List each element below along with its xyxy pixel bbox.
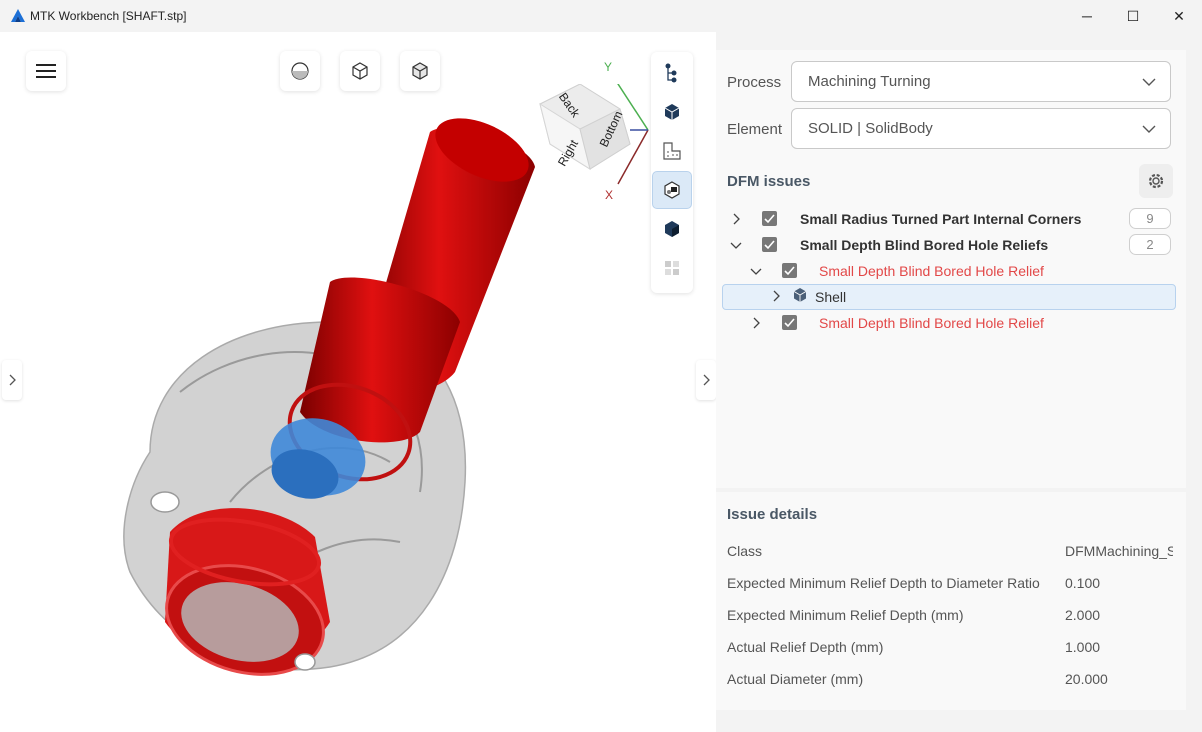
issue-checkbox[interactable] [782,315,797,330]
chevron-right-icon[interactable] [750,317,762,329]
cube-filled-icon [412,62,428,80]
chevron-right-icon [703,374,710,386]
element-label: Element [727,121,783,138]
chevron-down-icon[interactable] [750,265,762,277]
cube-icon [664,104,680,120]
chevron-right-icon[interactable] [730,213,742,225]
viewport-side-toolbar [651,52,693,293]
element-select-value: SOLID | SolidBody [808,120,933,137]
detail-value: 20.000 [1065,671,1108,687]
view-mode-button[interactable] [400,51,440,91]
issue-group-label: Small Radius Turned Part Internal Corner… [800,211,1082,227]
view-cube[interactable]: Back Bottom Right Y X [530,60,650,204]
chevron-right-icon[interactable] [770,290,782,302]
detail-label: Actual Diameter (mm) [727,671,864,687]
check-icon [764,214,775,224]
check-icon [764,240,775,250]
app-logo-icon [11,9,25,22]
close-button[interactable]: ✕ [1156,0,1202,32]
axis-label-x: X [605,188,614,202]
check-icon [784,318,795,328]
view-cube-graphic [539,84,649,185]
element-select[interactable]: SOLID | SolidBody [791,108,1171,149]
issue-checkbox[interactable] [782,263,797,278]
shell-label: Shell [815,289,847,305]
issue-count-badge: 9 [1129,208,1171,229]
issue-item-row[interactable]: Small Depth Blind Bored Hole Relief [716,311,1186,335]
grid-icon [665,261,679,275]
main-menu-button[interactable] [26,51,66,91]
issue-group-label: Small Depth Blind Bored Hole Reliefs [800,237,1049,253]
issue-details-title: Issue details [727,506,818,523]
issue-details-card: Issue details Class DFMMachining_S Expec… [716,492,1186,710]
minimize-button[interactable]: ─ [1064,0,1110,32]
3d-viewport[interactable]: Back Bottom Right Y X [0,32,716,732]
detail-label: Expected Minimum Relief Depth to Diamete… [727,575,1040,591]
chevron-down-icon [1142,78,1156,86]
dfm-settings-button[interactable] [1139,164,1173,198]
right-panel-toggle[interactable] [696,360,716,400]
title-bar: MTK Workbench [SHAFT.stp] ─ ☐ ✕ [0,0,1202,32]
detail-value: DFMMachining_S [1065,543,1173,559]
issue-group-row[interactable]: Small Depth Blind Bored Hole Reliefs 2 [716,233,1186,257]
detail-label: Expected Minimum Relief Depth (mm) [727,607,964,623]
issue-item-label: Small Depth Blind Bored Hole Relief [819,263,1044,279]
dfm-issues-title: DFM issues [727,173,811,190]
properties-panel: Process Machining Turning Element SOLID … [716,50,1186,710]
maximize-button[interactable]: ☐ [1110,0,1156,32]
sphere-icon [291,62,309,80]
hierarchy-icon [665,63,677,83]
dfm-card: Process Machining Turning Element SOLID … [716,50,1186,488]
solid-view-button[interactable] [652,93,692,131]
dfm-cube-icon [664,181,680,199]
process-select[interactable]: Machining Turning [791,61,1171,102]
chevron-down-icon [1142,125,1156,133]
shading-mode-button[interactable] [280,51,320,91]
axis-label-y: Y [604,60,613,74]
chevron-down-icon[interactable] [730,239,742,251]
check-icon [784,266,795,276]
hamburger-icon [36,64,56,78]
detail-value: 1.000 [1065,639,1101,655]
layout-icon [663,142,681,160]
process-select-value: Machining Turning [808,73,931,90]
cube-outline-icon [352,62,368,80]
detail-label: Actual Relief Depth (mm) [727,639,884,655]
gear-icon [1148,173,1164,189]
detail-value: 0.100 [1065,575,1101,591]
display-mode-button[interactable] [340,51,380,91]
detail-label: Class [727,543,763,559]
left-panel-toggle[interactable] [2,360,22,400]
detail-value: 2.000 [1065,607,1101,623]
drawing-view-button[interactable] [652,132,692,170]
chevron-right-icon [9,374,16,386]
dfm-view-button[interactable] [652,171,692,209]
issue-count-badge: 2 [1129,234,1171,255]
issue-checkbox[interactable] [762,237,777,252]
issue-item-row[interactable]: Small Depth Blind Bored Hole Relief [716,259,1186,283]
issue-checkbox[interactable] [762,211,777,226]
process-label: Process [727,74,782,91]
shaded-view-button[interactable] [652,210,692,248]
window-title: MTK Workbench [SHAFT.stp] [30,9,187,23]
tree-view-button[interactable] [652,54,692,92]
grid-view-button[interactable] [652,249,692,287]
issue-group-row[interactable]: Small Radius Turned Part Internal Corner… [716,207,1186,231]
shell-cube-icon [793,288,807,302]
issue-item-label: Small Depth Blind Bored Hole Relief [819,315,1044,331]
shell-row[interactable]: Shell [716,284,1186,308]
solid-cube-icon [665,221,679,237]
